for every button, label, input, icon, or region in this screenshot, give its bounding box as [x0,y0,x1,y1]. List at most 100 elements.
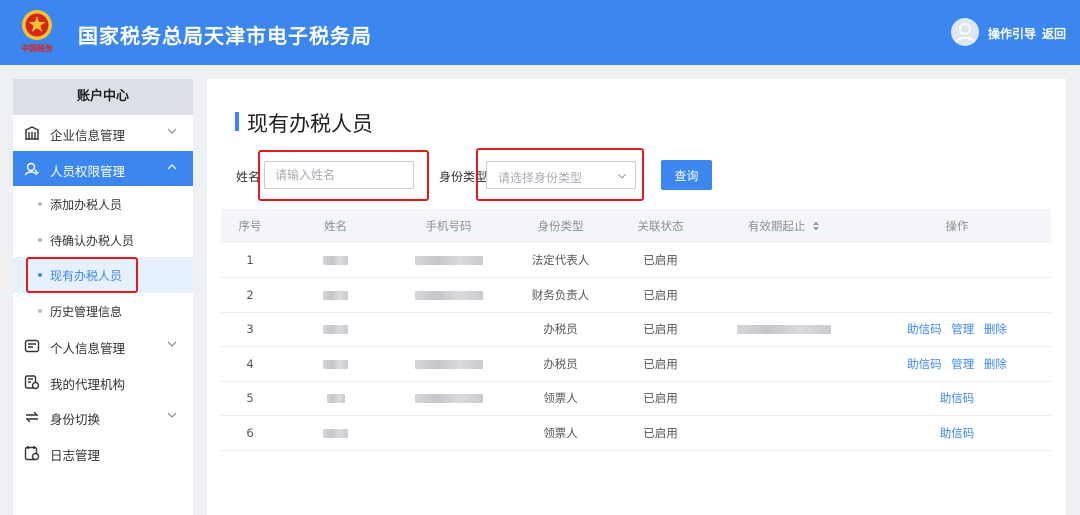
user-shield-icon [24,162,39,175]
id-card-icon [24,339,40,353]
switch-icon [25,411,39,423]
cell-identity-type: 办税员 [505,312,616,347]
chevron-up-icon [167,163,177,169]
cell-identity-type: 领票人 [505,381,616,416]
chevron-down-icon [618,174,626,179]
bullet-dot [38,202,42,206]
cell-actions: 助信码 管理 删除 [863,312,1051,347]
cell-actions: 助信码 [863,415,1051,451]
name-input[interactable] [264,161,414,189]
sidebar-item-personnel-permissions[interactable]: 人员权限管理 [13,150,193,186]
guide-link[interactable]: 操作引导 [988,25,1036,42]
cell-identity-type: 领票人 [505,415,616,451]
delete-link[interactable]: 删除 [984,357,1007,371]
sidebar-subitem-label: 现有办税人员 [50,269,123,283]
sidebar-item-label: 企业信息管理 [50,128,126,143]
cell-validity-redacted [705,312,863,347]
chevron-down-icon [167,128,177,134]
table-row: 2 财务负责人 已启用 [221,277,1051,313]
table-row: 3 办税员 已启用 助信码 管理 删除 [221,312,1051,347]
col-header-actions: 操作 [863,209,1051,243]
back-link[interactable]: 返回 [1042,25,1066,42]
manage-link[interactable]: 管理 [951,357,974,371]
cell-no: 6 [221,415,279,451]
cell-status: 已启用 [616,346,705,382]
col-header-identity-type: 身份类型 [505,209,616,243]
sidebar-subitem-current-staff[interactable]: 现有办税人员 [13,257,193,293]
cell-name-redacted [279,243,392,278]
sidebar-item-label: 个人信息管理 [50,341,126,356]
sidebar-item-label: 我的代理机构 [50,376,126,392]
sidebar-item-agency[interactable]: 我的代理机构 [13,364,193,400]
cell-phone [392,415,505,451]
sidebar-subitem-label: 历史管理信息 [50,304,123,319]
sidebar-item-label: 日志管理 [50,447,101,463]
cell-status: 已启用 [616,415,705,451]
cell-phone-redacted [392,346,505,382]
help-code-link[interactable]: 助信码 [940,426,975,440]
sidebar-item-label: 身份切换 [50,412,101,427]
building-icon [25,126,39,140]
sidebar-subitem-add-staff[interactable]: 添加办税人员 [13,186,193,222]
query-button[interactable]: 查询 [661,160,712,190]
cell-name-redacted [279,312,392,347]
cell-actions: 助信码 [863,381,1051,416]
main-panel: 现有办税人员 姓名 身份类型 请选择身份类型 查询 序号 姓名 手机号码 身份类… [207,79,1066,515]
sort-icon[interactable] [812,221,820,231]
delete-link[interactable]: 删除 [984,322,1007,336]
name-filter-label: 姓名 [236,170,261,184]
sidebar-item-logs[interactable]: 日志管理 [13,435,193,471]
table-row: 5 领票人 已启用 助信码 [221,381,1051,416]
help-code-link[interactable]: 助信码 [907,322,942,336]
col-header-no: 序号 [221,209,279,243]
cell-actions [863,277,1051,313]
bullet-dot [38,308,42,313]
cell-no: 2 [221,277,279,313]
log-icon [24,445,40,460]
cell-phone-redacted [392,243,505,278]
type-filter-label: 身份类型 [439,170,488,184]
sidebar-item-identity-switch[interactable]: 身份切换 [13,399,193,435]
cell-validity [705,415,863,451]
cell-validity [705,346,863,382]
cell-name-redacted [279,277,392,313]
cell-no: 5 [221,381,279,416]
manage-link[interactable]: 管理 [951,322,974,336]
select-placeholder: 请选择身份类型 [498,171,583,185]
cell-name-redacted [279,381,392,416]
title-accent-bar [235,112,239,131]
col-header-status: 关联状态 [616,209,705,243]
sidebar-subitem-pending-staff[interactable]: 待确认办税人员 [13,222,193,258]
cell-no: 1 [221,243,279,278]
agency-icon [24,374,40,389]
site-title: 国家税务总局天津市电子税务局 [78,24,372,48]
cell-identity-type: 办税员 [505,346,616,382]
sidebar-item-personal-info[interactable]: 个人信息管理 [13,328,193,364]
cell-status: 已启用 [616,243,705,278]
col-header-validity[interactable]: 有效期起止 [705,209,863,243]
cell-actions [863,243,1051,278]
help-code-link[interactable]: 助信码 [940,391,975,405]
sidebar-item-enterprise-info[interactable]: 企业信息管理 [13,115,193,151]
cell-validity [705,381,863,416]
cell-identity-type: 财务负责人 [505,277,616,313]
sidebar-subitem-history[interactable]: 历史管理信息 [13,293,193,329]
cell-actions: 助信码 管理 删除 [863,346,1051,382]
cell-validity [705,277,863,313]
svg-text:中国税务: 中国税务 [21,43,54,53]
col-header-validity-label: 有效期起止 [747,219,806,233]
cell-phone-redacted [392,381,505,416]
cell-status: 已启用 [616,381,705,416]
table-row: 6 领票人 已启用 助信码 [221,415,1051,451]
sidebar-item-label: 人员权限管理 [50,163,126,179]
cell-name-redacted [279,415,392,451]
user-avatar-icon[interactable] [951,18,979,46]
sidebar-heading: 账户中心 [13,79,193,115]
help-code-link[interactable]: 助信码 [907,357,942,371]
identity-type-select[interactable]: 请选择身份类型 [486,161,636,189]
cell-status: 已启用 [616,277,705,313]
sidebar: 账户中心 企业信息管理 人员权限管理 添加办税人员 待确认办税人员 现有办税人员… [13,79,193,515]
table-row: 4 办税员 已启用 助信码 管理 删除 [221,346,1051,382]
chevron-down-icon [167,341,177,347]
col-header-name: 姓名 [279,209,392,243]
